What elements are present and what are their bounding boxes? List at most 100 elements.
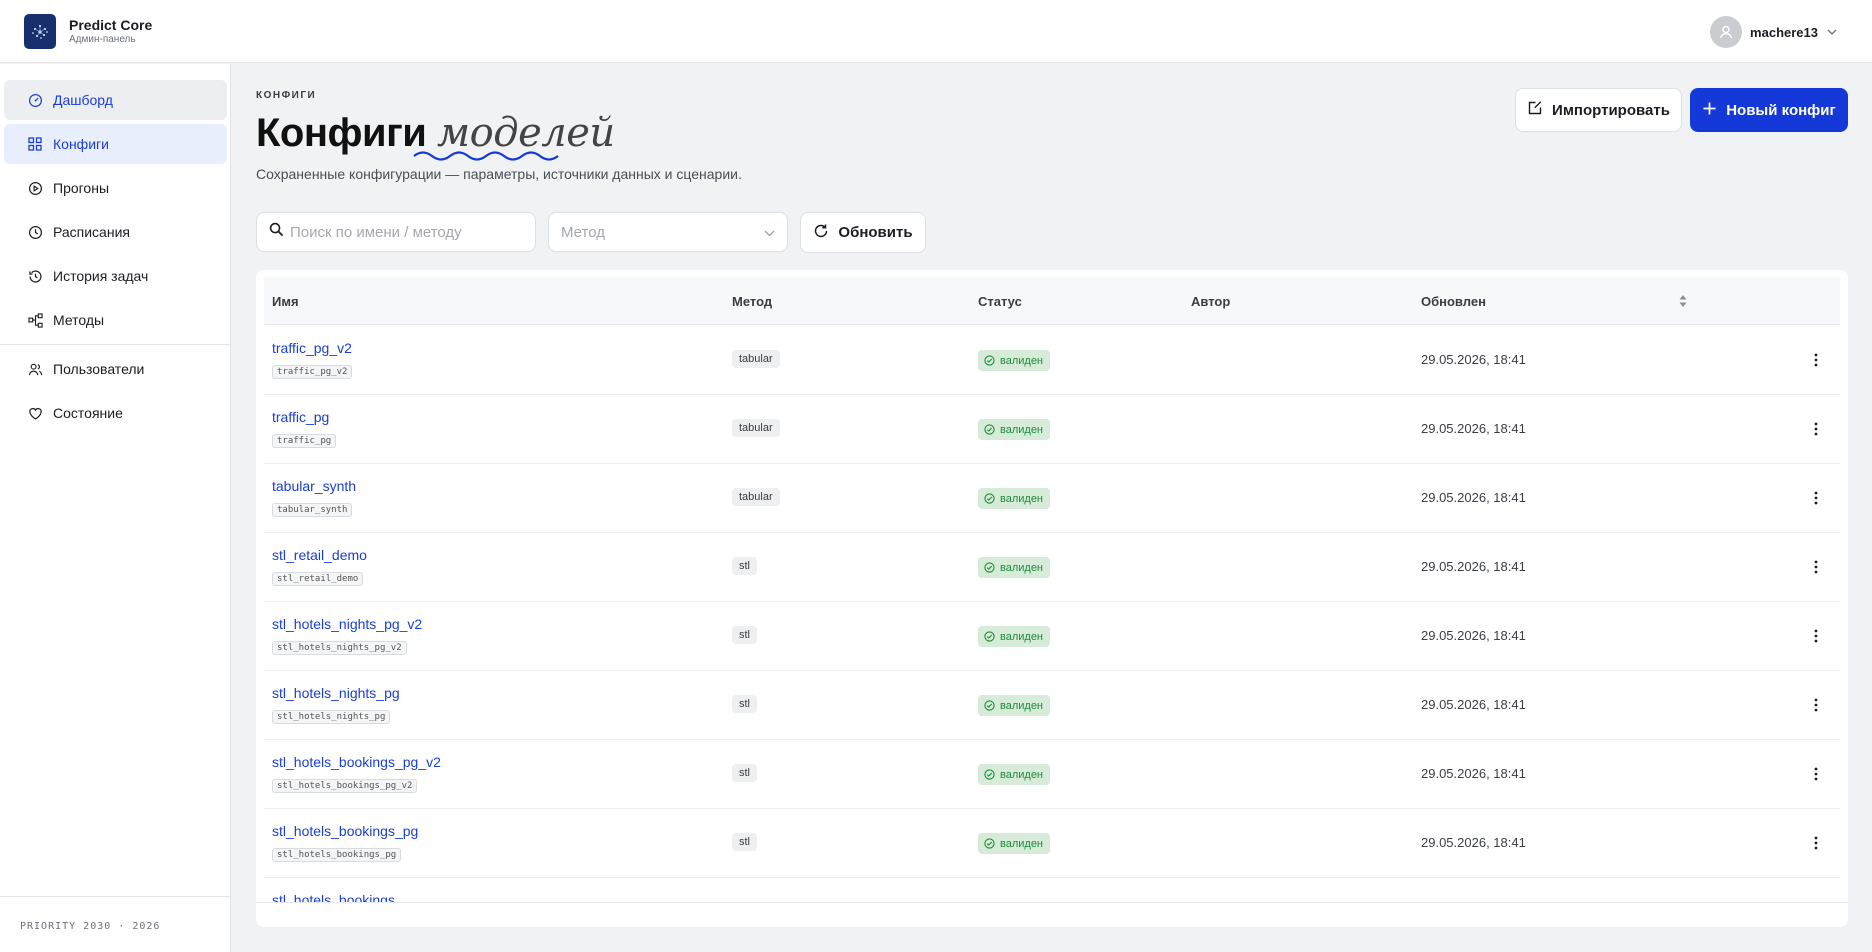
new-config-button[interactable]: Новый конфиг	[1690, 88, 1848, 132]
import-button-label: Импортировать	[1552, 101, 1670, 119]
config-code-tag: traffic_pg_v2	[272, 365, 353, 379]
config-name-link[interactable]: stl_hotels_bookings_pg_v2	[272, 754, 441, 770]
play-circle-icon	[27, 180, 43, 196]
more-vertical-icon[interactable]	[1806, 693, 1826, 717]
table-row[interactable]: stl_hotels_bookings_pg stl_hotels_booking…	[264, 809, 1840, 878]
config-code-tag: stl_hotels_nights_pg	[272, 710, 391, 724]
method-select-placeholder: Метод	[561, 223, 605, 241]
method-badge: stl	[732, 557, 757, 575]
config-name-link[interactable]: stl_retail_demo	[272, 547, 367, 563]
config-name-link[interactable]: tabular_synth	[272, 478, 356, 494]
config-name-link[interactable]: traffic_pg	[272, 409, 329, 425]
updated-date: 29.05.2026, 18:41	[1421, 835, 1526, 850]
table-row[interactable]: traffic_pg_v2 traffic_pg_v2 tabular валиден…	[264, 326, 1840, 395]
status-badge: валиден	[978, 626, 1051, 647]
user-menu[interactable]: machere13	[1710, 15, 1838, 49]
brand-logo[interactable]	[24, 14, 56, 49]
column-header-status[interactable]: Статус	[978, 294, 1022, 309]
sidebar-item-label: Дашборд	[53, 92, 113, 108]
method-badge: stl	[732, 695, 757, 713]
updated-date: 29.05.2026, 18:41	[1421, 352, 1526, 367]
status-label: валиден	[1000, 768, 1044, 781]
table-row[interactable]: stl_hotels_nights_pg stl_hotels_nights_pg…	[264, 671, 1840, 740]
users-icon	[27, 361, 43, 377]
sidebar-item-methods[interactable]: Методы	[4, 300, 227, 340]
more-vertical-icon[interactable]	[1806, 831, 1826, 855]
brand-subtitle: Админ-панель	[69, 34, 136, 45]
config-name-link[interactable]: stl_hotels_nights_pg	[272, 685, 400, 701]
status-label: валиден	[1000, 492, 1044, 505]
breadcrumb: конфиги	[256, 90, 317, 101]
search-icon	[269, 222, 284, 242]
sidebar-item-runs[interactable]: Прогоны	[4, 168, 227, 208]
column-header-name[interactable]: Имя	[272, 294, 299, 309]
sidebar-item-label: Методы	[53, 312, 105, 328]
config-code-tag: traffic_pg	[272, 434, 337, 448]
refresh-button[interactable]: Обновить	[800, 212, 926, 253]
search-input[interactable]	[290, 223, 520, 241]
clock-icon	[27, 224, 43, 240]
column-header-updated[interactable]: Обновлен	[1421, 294, 1486, 309]
network-logo-icon	[32, 24, 48, 39]
sidebar-item-label: Конфиги	[53, 136, 109, 152]
check-circle-icon	[984, 769, 995, 780]
check-circle-icon	[984, 562, 995, 573]
horizontal-scrollbar[interactable]	[256, 902, 1848, 903]
status-badge: валиден	[978, 833, 1051, 854]
check-circle-icon	[984, 838, 995, 849]
table-row[interactable]: tabular_synth tabular_synth tabular валиден…	[264, 464, 1840, 533]
import-button[interactable]: Импортировать	[1515, 88, 1682, 132]
config-code-tag: stl_hotels_nights_pg_v2	[272, 641, 407, 655]
sidebar-item-label: Пользователи	[53, 361, 145, 377]
sidebar-item-label: Состояние	[53, 405, 123, 421]
history-icon	[27, 268, 43, 284]
sidebar-item-configs[interactable]: Конфиги	[4, 124, 227, 164]
sidebar-item-health[interactable]: Состояние	[4, 393, 227, 433]
grid-icon	[27, 136, 43, 152]
sidebar-divider	[0, 344, 230, 345]
table-row[interactable]: stl_hotels_bookingsstl_hotels_bookingsst…	[264, 878, 1840, 903]
table-row[interactable]: traffic_pg traffic_pg tabular валиден 29.05.…	[264, 395, 1840, 464]
user-icon	[1710, 16, 1743, 48]
configs-table: Имя Метод Статус Автор Обновлен traffic_…	[256, 270, 1848, 927]
config-name-link[interactable]: stl_hotels_bookings_pg	[272, 823, 418, 839]
table-row[interactable]: stl_hotels_nights_pg_v2 stl_hotels_nights…	[264, 602, 1840, 671]
config-name-link[interactable]: stl_hotels_nights_pg_v2	[272, 616, 422, 632]
table-row[interactable]: stl_hotels_bookings_pg_v2 stl_hotels_book…	[264, 740, 1840, 809]
method-select[interactable]: Метод	[548, 212, 788, 252]
config-name-link[interactable]: traffic_pg_v2	[272, 340, 352, 356]
status-label: валиден	[1000, 630, 1044, 643]
sidebar-item-task-history[interactable]: История задач	[4, 256, 227, 296]
table-row[interactable]: stl_retail_demo stl_retail_demo stl валиден…	[264, 533, 1840, 602]
table-header: Имя Метод Статус Автор Обновлен	[264, 277, 1840, 325]
column-header-method[interactable]: Метод	[732, 294, 772, 309]
heart-icon	[27, 405, 43, 421]
page-title-main: Конфиги	[256, 111, 427, 155]
status-badge: валиден	[978, 557, 1051, 578]
status-label: валиден	[1000, 561, 1044, 574]
sort-icon[interactable]	[1678, 293, 1688, 314]
sidebar-footer: PRIORITY 2030 · 2026	[20, 921, 161, 932]
method-badge: tabular	[732, 488, 780, 506]
status-label: валиден	[1000, 837, 1044, 850]
refresh-icon	[813, 223, 829, 243]
more-vertical-icon[interactable]	[1806, 555, 1826, 579]
more-vertical-icon[interactable]	[1806, 624, 1826, 648]
more-vertical-icon[interactable]	[1806, 762, 1826, 786]
check-circle-icon	[984, 355, 995, 366]
sidebar-item-users[interactable]: Пользователи	[4, 349, 227, 389]
more-vertical-icon[interactable]	[1806, 417, 1826, 441]
refresh-button-label: Обновить	[838, 224, 913, 241]
chevron-down-icon	[1826, 26, 1838, 38]
more-vertical-icon[interactable]	[1806, 486, 1826, 510]
method-badge: stl	[732, 626, 757, 644]
column-header-author[interactable]: Автор	[1191, 294, 1230, 309]
updated-date: 29.05.2026, 18:41	[1421, 697, 1526, 712]
sidebar-item-dashboard[interactable]: Дашборд	[4, 80, 227, 120]
title-underline-decoration	[413, 151, 559, 161]
more-vertical-icon[interactable]	[1806, 348, 1826, 372]
sidebar-item-schedules[interactable]: Расписания	[4, 212, 227, 252]
updated-date: 29.05.2026, 18:41	[1421, 490, 1526, 505]
config-code-tag: stl_hotels_bookings_pg_v2	[272, 779, 418, 793]
method-badge: stl	[732, 833, 757, 851]
